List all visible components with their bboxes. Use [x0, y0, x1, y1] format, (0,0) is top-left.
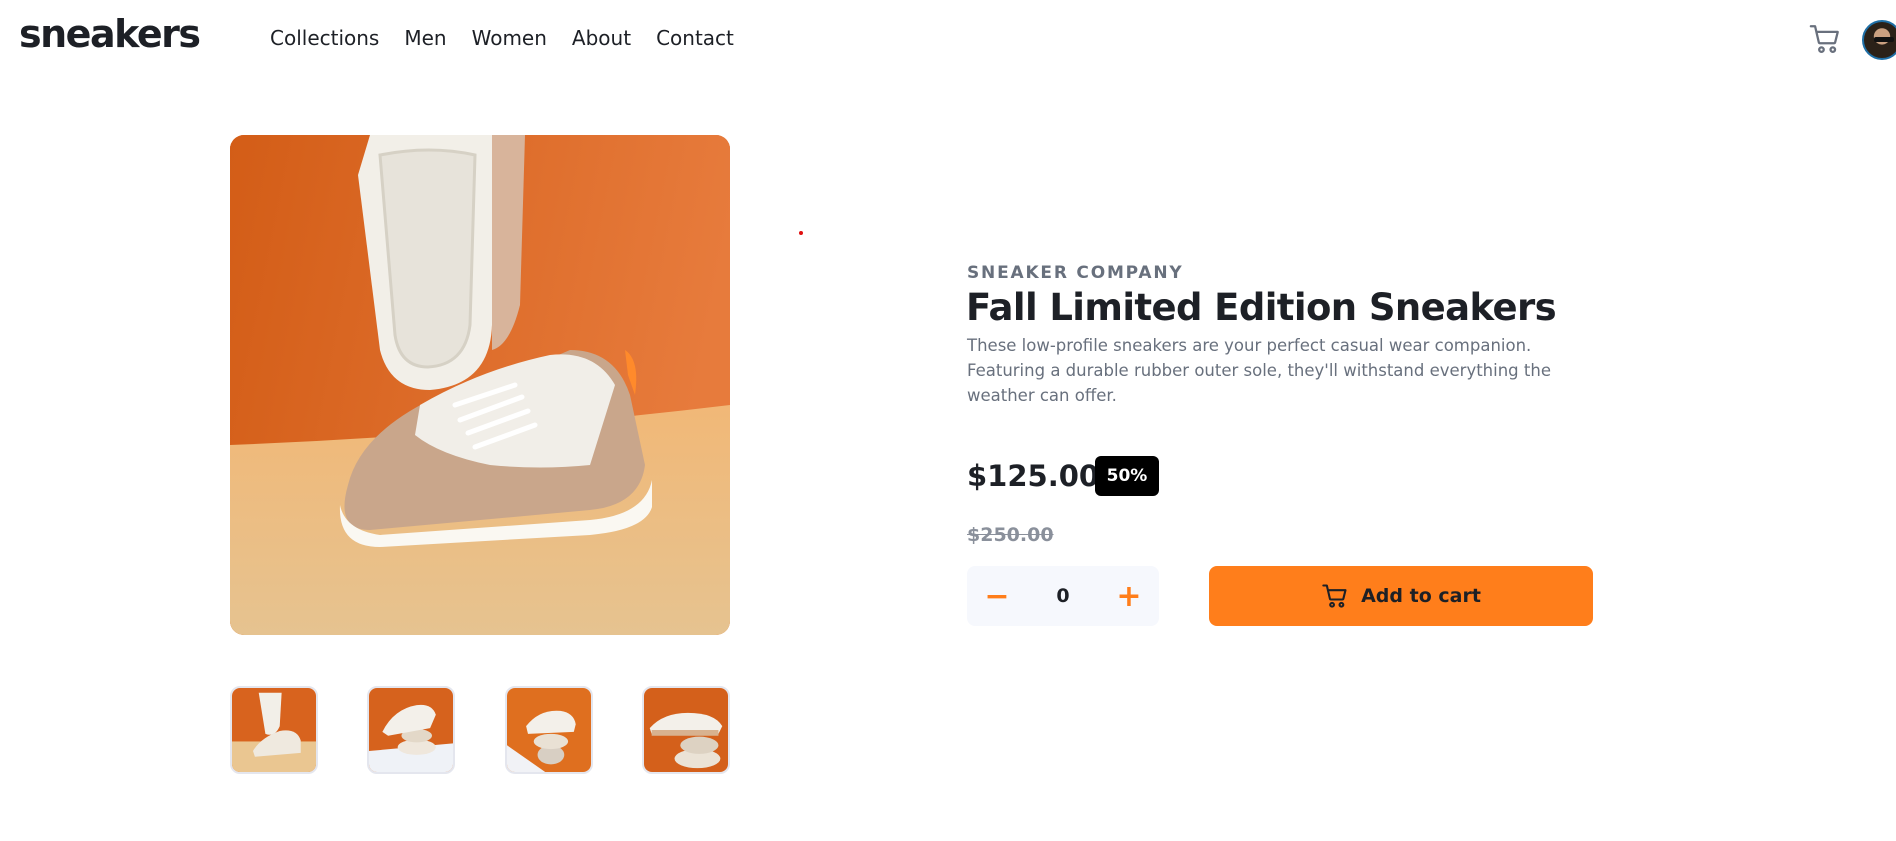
nav-men[interactable]: Men [404, 26, 446, 50]
company-name: SNEAKER COMPANY [967, 263, 1184, 283]
thumbnail-strip [230, 686, 730, 774]
quantity-value: 0 [1056, 585, 1070, 607]
main-nav: Collections Men Women About Contact [270, 26, 734, 50]
product-title: Fall Limited Edition Sneakers [966, 286, 1557, 329]
thumbnail-1[interactable] [230, 686, 318, 774]
nav-women[interactable]: Women [472, 26, 547, 50]
add-to-cart-button[interactable]: Add to cart [1209, 566, 1593, 626]
quantity-stepper: − 0 + [967, 566, 1159, 626]
cursor-dot [799, 231, 803, 235]
site-header: sneakers Collections Men Women About Con… [0, 0, 1896, 80]
increase-quantity-button[interactable]: + [1099, 566, 1159, 626]
decrease-quantity-button[interactable]: − [967, 566, 1027, 626]
thumbnail-4[interactable] [641, 686, 730, 774]
thumbnail-3[interactable] [504, 686, 593, 774]
sneaker-main-image[interactable] [230, 135, 730, 635]
cart-icon [1321, 582, 1349, 610]
thumbnail-2[interactable] [367, 686, 456, 774]
cart-icon[interactable] [1808, 22, 1842, 56]
avatar[interactable] [1862, 20, 1896, 60]
original-price: $250.00 [967, 524, 1054, 546]
current-price: $125.00 [967, 459, 1100, 493]
discount-badge: 50% [1095, 456, 1159, 496]
nav-collections[interactable]: Collections [270, 26, 379, 50]
product-description: These low-profile sneakers are your perf… [967, 336, 1551, 405]
logo[interactable]: sneakers [19, 12, 201, 56]
add-to-cart-label: Add to cart [1361, 585, 1481, 607]
nav-about[interactable]: About [572, 26, 631, 50]
nav-contact[interactable]: Contact [656, 26, 734, 50]
avatar-glasses [1874, 37, 1894, 42]
